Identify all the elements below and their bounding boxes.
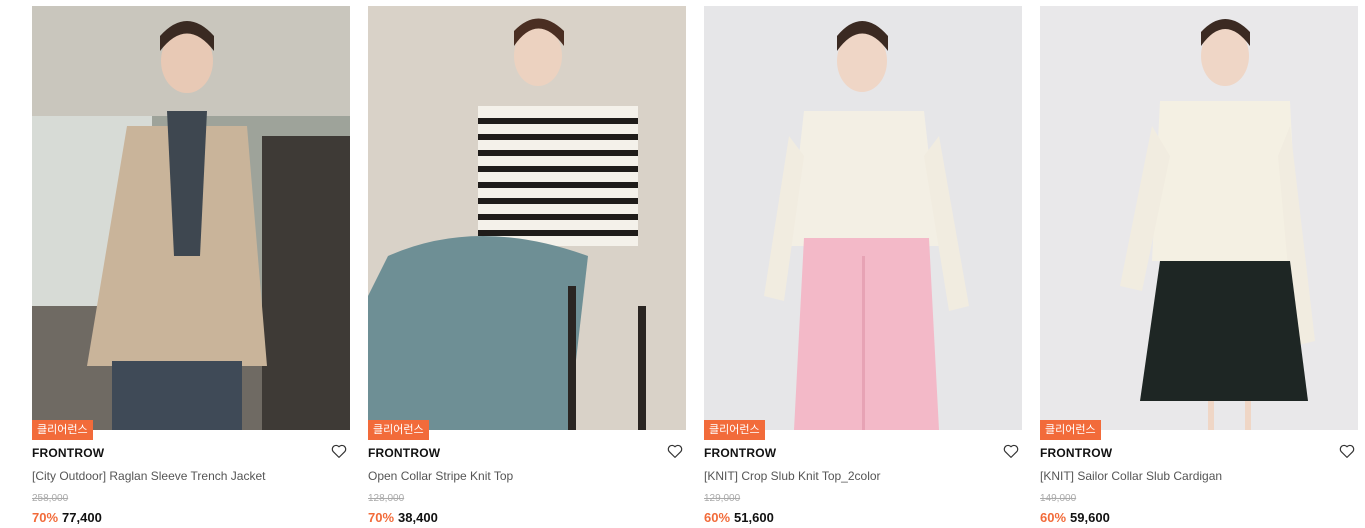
price-row: 70% 77,400 xyxy=(32,510,102,525)
price-row: 60% 59,600 xyxy=(1040,510,1110,525)
discount-rate: 70% xyxy=(32,510,59,525)
clearance-badge: 클리어런스 xyxy=(1040,420,1101,440)
product-card[interactable]: 클리어런스 FRONTROW [KNIT] Crop Slub Knit Top… xyxy=(704,0,1022,528)
heart-outline-icon[interactable] xyxy=(666,442,684,460)
clearance-badge: 클리어런스 xyxy=(704,420,765,440)
product-photo-sailor-cardigan xyxy=(1040,6,1358,430)
sale-price: 59,600 xyxy=(1070,510,1110,525)
product-grid: 클리어런스 FRONTROW [City Outdoor] Raglan Sle… xyxy=(0,0,1365,528)
clearance-badge: 클리어런스 xyxy=(32,420,93,440)
product-card[interactable]: 클리어런스 FRONTROW [KNIT] Sailor Collar Slub… xyxy=(1040,0,1358,528)
product-image[interactable] xyxy=(368,6,686,430)
discount-rate: 60% xyxy=(704,510,731,525)
price-row: 70% 38,400 xyxy=(368,510,438,525)
product-name[interactable]: [KNIT] Crop Slub Knit Top_2color xyxy=(704,469,881,483)
product-card[interactable]: 클리어런스 FRONTROW Open Collar Stripe Knit T… xyxy=(368,0,686,528)
product-image[interactable] xyxy=(1040,6,1358,430)
product-name[interactable]: [City Outdoor] Raglan Sleeve Trench Jack… xyxy=(32,469,265,483)
heart-outline-icon[interactable] xyxy=(1002,442,1020,460)
brand-name[interactable]: FRONTROW xyxy=(32,446,104,460)
product-name[interactable]: [KNIT] Sailor Collar Slub Cardigan xyxy=(1040,469,1222,483)
original-price: 128,000 xyxy=(368,493,405,504)
sale-price: 51,600 xyxy=(734,510,774,525)
sale-price: 38,400 xyxy=(398,510,438,525)
product-image[interactable] xyxy=(704,6,1022,430)
heart-outline-icon[interactable] xyxy=(1338,442,1356,460)
product-card[interactable]: 클리어런스 FRONTROW [City Outdoor] Raglan Sle… xyxy=(32,0,350,528)
discount-rate: 60% xyxy=(1040,510,1067,525)
product-photo-crop-slub-knit xyxy=(704,6,1022,430)
original-price: 258,000 xyxy=(32,493,69,504)
brand-name[interactable]: FRONTROW xyxy=(1040,446,1112,460)
discount-rate: 70% xyxy=(368,510,395,525)
heart-outline-icon[interactable] xyxy=(330,442,348,460)
sale-price: 77,400 xyxy=(62,510,102,525)
product-name[interactable]: Open Collar Stripe Knit Top xyxy=(368,469,513,483)
price-row: 60% 51,600 xyxy=(704,510,774,525)
brand-name[interactable]: FRONTROW xyxy=(704,446,776,460)
brand-name[interactable]: FRONTROW xyxy=(368,446,440,460)
product-photo-stripe-knit xyxy=(368,6,686,430)
product-image[interactable] xyxy=(32,6,350,430)
product-photo-trench-jacket xyxy=(32,6,350,430)
clearance-badge: 클리어런스 xyxy=(368,420,429,440)
original-price: 129,000 xyxy=(704,493,741,504)
original-price: 149,000 xyxy=(1040,493,1077,504)
